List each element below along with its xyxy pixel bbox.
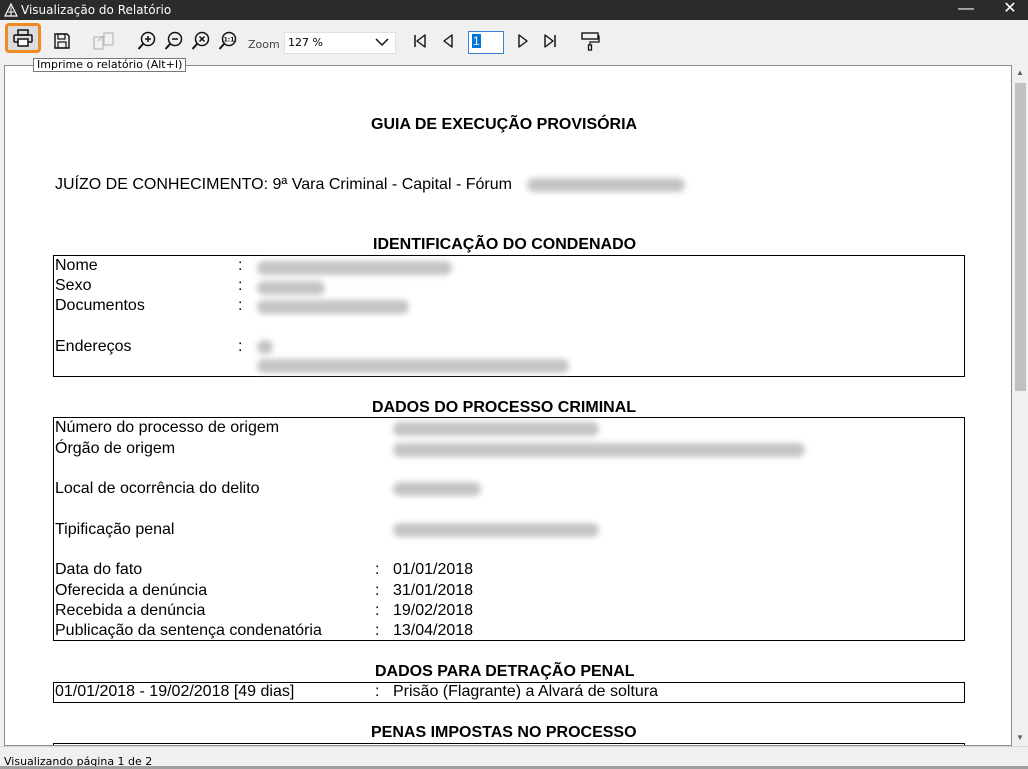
redacted-orgao-origem <box>393 443 805 457</box>
label-sexo: Sexo <box>55 277 92 294</box>
vertical-scrollbar[interactable]: ▲ ▼ <box>1012 65 1028 746</box>
zoom-label: Zoom <box>248 38 280 51</box>
label-publicacao-sentenca: Publicação da sentença condenatória <box>55 622 322 639</box>
colon: : <box>375 602 380 619</box>
colon: : <box>375 622 380 639</box>
svg-text:1:1: 1:1 <box>224 37 235 44</box>
close-button[interactable]: ✕ <box>988 0 1028 20</box>
scroll-down-icon[interactable]: ▼ <box>1012 730 1028 746</box>
label-nome: Nome <box>55 257 98 274</box>
zoom-fit-icon <box>191 31 211 51</box>
paint-roller-icon <box>580 31 600 51</box>
app-icon <box>4 2 18 17</box>
redacted-numero-processo <box>393 422 599 436</box>
chevron-down-icon <box>375 36 389 51</box>
zoom-out-icon <box>164 31 184 51</box>
export-pages-icon <box>93 32 115 50</box>
section-condenado-heading: IDENTIFICAÇÃO DO CONDENADO <box>373 236 637 253</box>
report-title: GUIA DE EXECUÇÃO PROVISÓRIA <box>371 116 638 133</box>
detracao-description: Prisão (Flagrante) a Alvará de soltura <box>393 683 659 700</box>
title-bar: Visualização do Relatório — ✕ <box>0 0 1028 20</box>
save-button[interactable] <box>50 29 74 53</box>
value-publicacao-sentenca: 13/04/2018 <box>393 622 474 639</box>
label-local-ocorrencia: Local de ocorrência do delito <box>55 480 260 497</box>
floppy-icon <box>53 32 71 50</box>
status-bar: Visualizando página 1 de 2 <box>0 746 1028 769</box>
section-penas-heading: PENAS IMPOSTAS NO PROCESSO <box>371 724 637 741</box>
redacted-forum <box>527 178 685 192</box>
colon: : <box>375 582 380 599</box>
label-documentos: Documentos <box>55 297 145 314</box>
colon: : <box>375 561 380 578</box>
section-detracao-heading: DADOS PARA DETRAÇÃO PENAL <box>375 663 635 680</box>
label-tipificacao: Tipificação penal <box>55 521 175 538</box>
label-numero-processo: Número do processo de origem <box>55 419 280 436</box>
zoom-select[interactable]: 127 % <box>284 32 396 54</box>
redacted-sexo <box>257 281 325 295</box>
label-oferecida-denuncia: Oferecida a denúncia <box>55 582 208 599</box>
first-page-button[interactable] <box>408 29 432 53</box>
scroll-up-icon[interactable]: ▲ <box>1012 65 1028 81</box>
page-setup-button[interactable] <box>578 29 602 53</box>
minimize-button[interactable]: — <box>944 0 988 20</box>
next-page-button[interactable] <box>511 29 535 53</box>
zoom-value: 127 % <box>288 36 323 49</box>
zoom-in-button[interactable] <box>135 29 159 53</box>
label-data-fato: Data do fato <box>55 561 143 578</box>
last-page-button[interactable] <box>538 29 562 53</box>
zoom-in-icon <box>137 31 157 51</box>
colon: : <box>238 277 243 294</box>
redacted-nome <box>257 261 452 275</box>
zoom-1to1-icon: 1:1 <box>218 31 238 51</box>
redacted-endereco-2 <box>257 359 569 373</box>
section-processo-heading: DADOS DO PROCESSO CRIMINAL <box>372 399 637 416</box>
zoom-actual-button[interactable]: 1:1 <box>216 29 240 53</box>
colon: : <box>238 297 243 314</box>
juizo-line: JUÍZO DE CONHECIMENTO: 9ª Vara Criminal … <box>55 176 512 193</box>
label-enderecos: Endereços <box>55 338 132 355</box>
first-page-icon <box>412 33 428 49</box>
value-oferecida-denuncia: 31/01/2018 <box>393 582 474 599</box>
report-viewport[interactable]: GUIA DE EXECUÇÃO PROVISÓRIA JUÍZO DE CON… <box>4 65 1012 746</box>
colon: : <box>238 338 243 355</box>
window-title: Visualização do Relatório <box>21 3 172 17</box>
detracao-period: 01/01/2018 - 19/02/2018 [49 dias] <box>55 683 295 700</box>
page-number-input[interactable]: 1 <box>468 31 504 54</box>
print-button[interactable] <box>5 23 41 53</box>
label-recebida-denuncia: Recebida a denúncia <box>55 602 206 619</box>
value-data-fato: 01/01/2018 <box>393 561 474 578</box>
zoom-out-button[interactable] <box>162 29 186 53</box>
toolbar: 1:1 Zoom 127 % 1 <box>0 20 1028 58</box>
redacted-endereco-1 <box>257 340 273 354</box>
printer-icon <box>13 29 33 47</box>
next-page-icon <box>515 33 531 49</box>
page-number-value: 1 <box>472 34 481 48</box>
print-tooltip: Imprime o relatório (Alt+I) <box>33 58 187 72</box>
colon: : <box>375 683 380 700</box>
report-page: GUIA DE EXECUÇÃO PROVISÓRIA JUÍZO DE CON… <box>5 66 1011 745</box>
zoom-fit-button[interactable] <box>189 29 213 53</box>
label-orgao-origem: Órgão de origem <box>55 440 176 457</box>
redacted-local <box>393 482 481 496</box>
colon: : <box>238 257 243 274</box>
last-page-icon <box>542 33 558 49</box>
redacted-tipificacao <box>393 523 599 537</box>
value-recebida-denuncia: 19/02/2018 <box>393 602 474 619</box>
prev-page-button[interactable] <box>436 29 460 53</box>
scrollbar-thumb[interactable] <box>1015 83 1026 391</box>
prev-page-icon <box>440 33 456 49</box>
export-button[interactable] <box>92 29 116 53</box>
redacted-documentos <box>257 300 409 314</box>
